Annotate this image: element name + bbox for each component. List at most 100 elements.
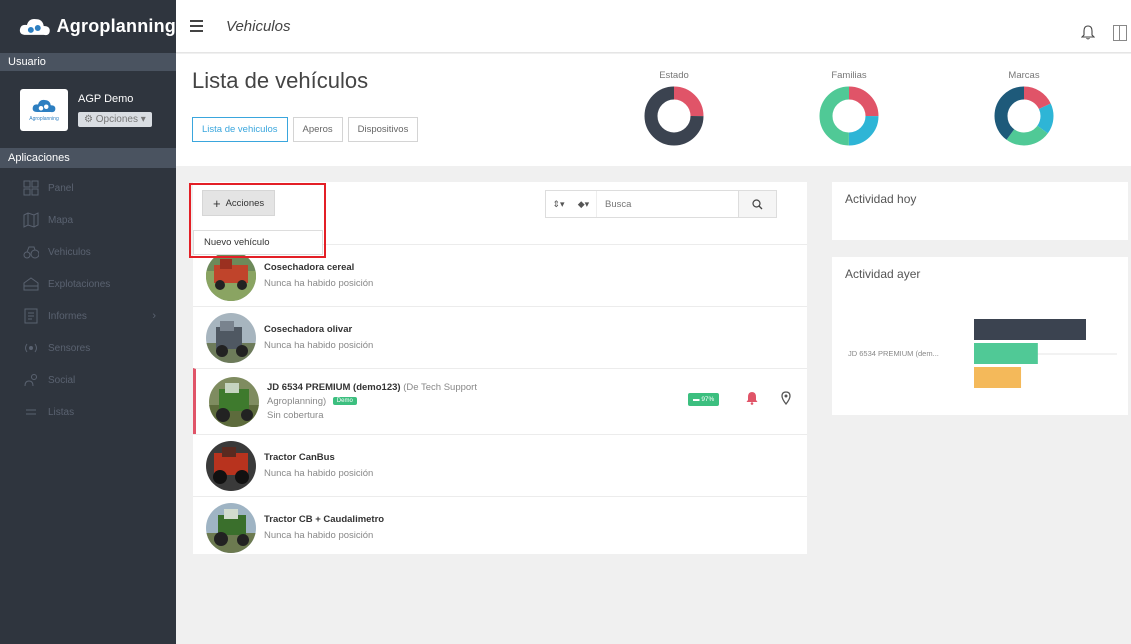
sidebar-item-label: Mapa bbox=[48, 214, 74, 226]
sidebar-item-vehiculos[interactable]: Vehiculos bbox=[0, 236, 176, 268]
vehicle-status: Nunca ha habido posición bbox=[264, 530, 374, 541]
menu-icon[interactable] bbox=[190, 18, 206, 34]
activity-today-card: Actividad hoy bbox=[832, 182, 1128, 240]
apps-section-label: Aplicaciones bbox=[0, 148, 176, 168]
sidebar-item-label: Listas bbox=[48, 406, 75, 418]
options-button[interactable]: ⚙ Opciones ▾ bbox=[78, 111, 152, 127]
vehicle-owner-cont: Agroplanning) bbox=[267, 396, 327, 407]
battery-badge: ▬ 97% bbox=[688, 393, 720, 406]
alarm-bell-icon[interactable] bbox=[746, 391, 758, 405]
list-icon bbox=[22, 404, 40, 420]
donut-label: Estado bbox=[659, 70, 689, 81]
activity-yesterday-chart bbox=[974, 319, 1117, 388]
highlight-box bbox=[189, 183, 326, 258]
vehicle-rows: Cosechadora cereal Nunca ha habido posic… bbox=[193, 244, 807, 558]
vehicle-name: JD 6534 PREMIUM (demo123) bbox=[267, 382, 401, 393]
filter-group: ⇕▾ ◆▾ bbox=[545, 190, 777, 218]
avatar[interactable]: Agroplanning bbox=[20, 88, 68, 131]
search-input[interactable] bbox=[596, 191, 738, 217]
donut-label: Marcas bbox=[1008, 70, 1040, 81]
familias-donut[interactable] bbox=[819, 86, 879, 146]
avatar-logo-icon bbox=[32, 99, 56, 113]
caret-down-icon: ▾ bbox=[140, 113, 146, 125]
vehicle-status: Nunca ha habido posición bbox=[264, 340, 374, 351]
sidebar-item-informes[interactable]: Informes › bbox=[0, 300, 176, 332]
user-box: Agroplanning AGP Demo ⚙ Opciones ▾ bbox=[0, 71, 176, 148]
bar[interactable] bbox=[974, 343, 1038, 364]
vehicle-status: Nunca ha habido posición bbox=[264, 468, 374, 479]
avatar-caption: Agroplanning bbox=[29, 116, 59, 122]
gear-icon: ⚙ bbox=[84, 113, 93, 125]
options-label: Opciones bbox=[95, 113, 138, 125]
report-icon bbox=[22, 308, 40, 324]
vehicle-thumbnail bbox=[206, 250, 256, 301]
sidebar-item-social[interactable]: Social bbox=[0, 364, 176, 396]
vehicle-status: Nunca ha habido posición bbox=[264, 278, 374, 289]
list-item[interactable]: Tractor CanBus Nunca ha habido posición bbox=[193, 434, 807, 496]
tab-dispositivos[interactable]: Dispositivos bbox=[347, 117, 419, 142]
sidebar-item-mapa[interactable]: Mapa bbox=[0, 204, 176, 236]
top-title: Vehiculos bbox=[226, 17, 291, 35]
panel-toggle-icon[interactable] bbox=[1113, 25, 1127, 41]
donut-label: Familias bbox=[831, 70, 867, 81]
bell-icon[interactable] bbox=[1081, 24, 1095, 40]
tab-lista-de-vehiculos[interactable]: Lista de vehiculos bbox=[192, 117, 288, 142]
sensor-icon bbox=[22, 340, 40, 356]
search-button[interactable] bbox=[738, 191, 776, 217]
activity-yesterday-card: Actividad ayer JD 6534 PREMIUM (dem... bbox=[832, 257, 1128, 415]
sidebar-item-sensores[interactable]: Sensores bbox=[0, 332, 176, 364]
vehicle-icon bbox=[22, 244, 40, 260]
list-item[interactable]: Tractor CB + Caudalimetro Nunca ha habid… bbox=[193, 496, 807, 558]
chevron-right-icon: › bbox=[152, 310, 156, 322]
tag-filter-button[interactable]: ◆▾ bbox=[571, 191, 596, 217]
sidebar-item-label: Informes bbox=[48, 310, 87, 322]
vehicle-name: Tractor CB + Caudalimetro bbox=[264, 514, 385, 525]
user-name: AGP Demo bbox=[78, 92, 134, 105]
sidebar-nav: Panel Mapa Vehiculos Explotaciones Infor… bbox=[0, 168, 176, 428]
sidebar-item-listas[interactable]: Listas bbox=[0, 396, 176, 428]
grid-icon bbox=[22, 180, 40, 196]
sort-icon: ⇕▾ bbox=[552, 198, 565, 209]
page-header: Lista de vehículos Lista de vehiculos Ap… bbox=[176, 54, 1131, 166]
farm-icon bbox=[22, 276, 40, 292]
vehicle-thumbnail bbox=[206, 440, 256, 491]
tabs: Lista de vehiculos Aperos Dispositivos bbox=[192, 117, 423, 142]
demo-badge: Demo bbox=[332, 397, 357, 406]
sidebar-item-label: Social bbox=[48, 374, 76, 386]
sidebar-item-panel[interactable]: Panel bbox=[0, 172, 176, 204]
battery-icon: ▬ bbox=[693, 396, 700, 403]
vehicle-name: Cosechadora olivar bbox=[264, 324, 353, 335]
page-title: Lista de vehículos bbox=[192, 68, 369, 93]
vehicle-thumbnail bbox=[206, 312, 256, 363]
vehicle-owner: (De Tech Support bbox=[403, 382, 477, 393]
estado-donut[interactable] bbox=[644, 86, 704, 146]
list-item[interactable]: Cosechadora olivar Nunca ha habido posic… bbox=[193, 306, 807, 368]
estado-chart: Estado bbox=[634, 70, 714, 146]
vehicle-thumbnail bbox=[209, 376, 259, 427]
vehicle-status: Sin cobertura bbox=[267, 410, 324, 421]
list-item[interactable]: JD 6534 PREMIUM (demo123) (De Tech Suppo… bbox=[193, 368, 807, 434]
battery-level: 97% bbox=[701, 396, 715, 403]
social-icon bbox=[22, 372, 40, 388]
vehicle-thumbnail bbox=[206, 502, 256, 553]
search-icon bbox=[752, 198, 763, 209]
brand[interactable]: Agroplanning bbox=[0, 0, 176, 53]
map-icon bbox=[22, 212, 40, 228]
vehicle-name: Cosechadora cereal bbox=[264, 262, 355, 273]
bar[interactable] bbox=[974, 367, 1022, 388]
cloud-logo-icon bbox=[19, 18, 50, 35]
marcas-chart: Marcas bbox=[984, 70, 1064, 146]
brand-name: Agroplanning bbox=[56, 16, 176, 36]
location-pin-icon[interactable] bbox=[781, 391, 791, 405]
tag-icon: ◆▾ bbox=[577, 198, 590, 209]
tab-aperos[interactable]: Aperos bbox=[292, 117, 343, 142]
marcas-donut[interactable] bbox=[994, 86, 1054, 146]
bar[interactable] bbox=[974, 319, 1086, 340]
sidebar-item-label: Vehiculos bbox=[48, 246, 91, 258]
sidebar-item-label: Sensores bbox=[48, 342, 91, 354]
vehicle-name: Tractor CanBus bbox=[264, 452, 335, 463]
sort-button[interactable]: ⇕▾ bbox=[546, 191, 571, 217]
sidebar: Agroplanning Usuario Agroplanning AGP De… bbox=[0, 0, 176, 644]
sidebar-item-explotaciones[interactable]: Explotaciones bbox=[0, 268, 176, 300]
activity-today-title: Actividad hoy bbox=[845, 192, 917, 206]
